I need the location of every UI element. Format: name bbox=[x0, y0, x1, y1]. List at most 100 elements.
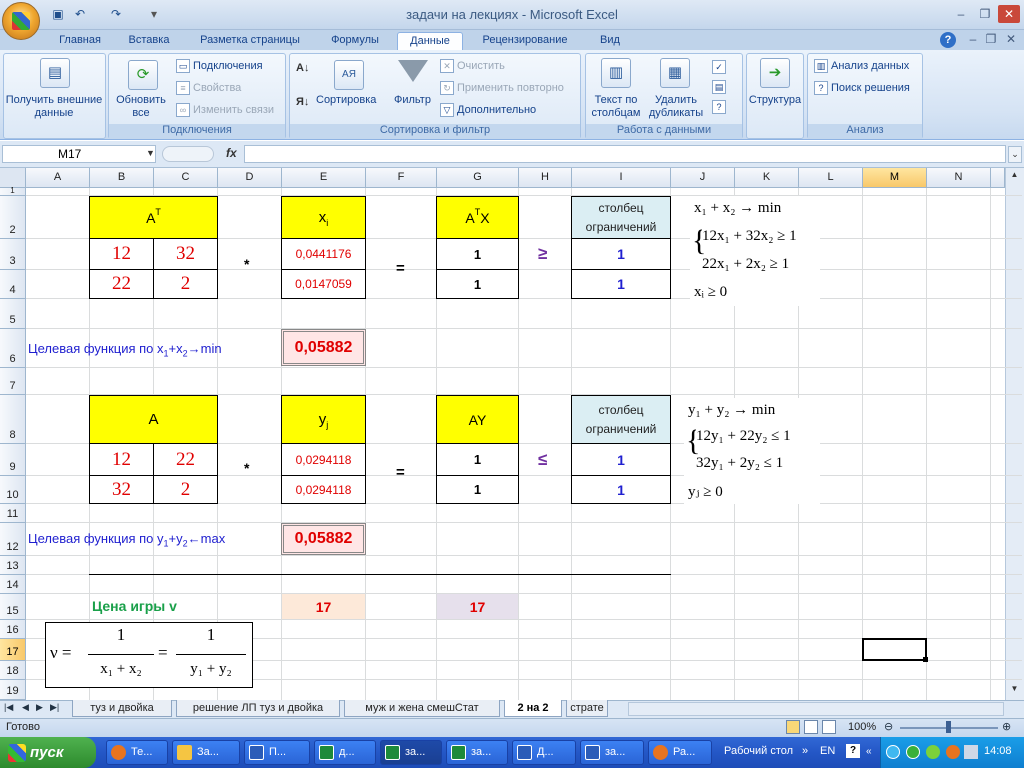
office-button[interactable] bbox=[2, 2, 40, 40]
page-layout-view-icon[interactable] bbox=[804, 720, 818, 734]
row-header-6[interactable]: 6 bbox=[0, 329, 26, 368]
sheet-tab-1[interactable]: туз и двойка bbox=[72, 700, 172, 717]
row-header-13[interactable]: 13 bbox=[0, 556, 26, 575]
scroll-down-icon[interactable]: ▼ bbox=[1007, 684, 1022, 698]
tab-insert[interactable]: Вставка bbox=[118, 32, 180, 51]
data-validation-icon[interactable]: ✓ bbox=[712, 60, 726, 74]
sheet-nav-next-icon[interactable]: ▶ bbox=[36, 702, 43, 713]
sheet-tab-3[interactable]: муж и жена смешСтат bbox=[344, 700, 500, 717]
objective-value-1[interactable]: 0,05882 bbox=[281, 329, 366, 366]
column-header-l[interactable]: L bbox=[799, 168, 863, 188]
ay-cell-g10[interactable]: 1 bbox=[436, 475, 519, 504]
matrix-a-cell-b9[interactable]: 12 bbox=[89, 443, 154, 476]
language-indicator[interactable]: EN bbox=[820, 745, 835, 757]
outline-button[interactable]: Структура bbox=[746, 94, 804, 107]
task-word-3[interactable]: за... bbox=[580, 740, 644, 765]
zoom-level[interactable]: 100% bbox=[848, 721, 876, 733]
row-header-19[interactable]: 19 bbox=[0, 680, 26, 700]
clear-button[interactable]: ✕ Очистить bbox=[440, 59, 505, 73]
page-break-view-icon[interactable] bbox=[822, 720, 836, 734]
row-header-17[interactable]: 17 bbox=[0, 639, 26, 661]
advanced-button[interactable]: ▽ Дополнительно bbox=[440, 103, 536, 117]
scroll-up-icon[interactable]: ▲ bbox=[1007, 170, 1022, 184]
matrix-at-header[interactable]: AT bbox=[89, 196, 218, 239]
horizontal-scrollbar[interactable] bbox=[628, 702, 1004, 716]
task-excel-active[interactable]: за... bbox=[380, 740, 442, 765]
matrix-a-cell-c10[interactable]: 2 bbox=[153, 475, 218, 504]
column-header-d[interactable]: D bbox=[218, 168, 282, 188]
row-header-12[interactable]: 12 bbox=[0, 523, 26, 556]
formula-cancel-enter-icon[interactable] bbox=[162, 146, 214, 162]
constraints-header-1[interactable]: столбец ограничений bbox=[571, 196, 671, 239]
column-header-j[interactable]: J bbox=[671, 168, 735, 188]
tab-page-layout[interactable]: Разметка страницы bbox=[188, 32, 312, 51]
tray-app-icon-4[interactable] bbox=[946, 745, 960, 759]
insert-function-icon[interactable]: fx bbox=[226, 146, 237, 160]
task-word-1[interactable]: П... bbox=[244, 740, 310, 765]
task-firefox-2[interactable]: Ра... bbox=[648, 740, 712, 765]
column-header-h[interactable]: H bbox=[519, 168, 572, 188]
row-header-10[interactable]: 10 bbox=[0, 476, 26, 504]
vector-x-cell-e3[interactable]: 0,0441176 bbox=[281, 238, 366, 270]
fill-handle[interactable] bbox=[923, 657, 928, 662]
task-excel-2[interactable]: за... bbox=[446, 740, 508, 765]
sort-za-icon[interactable]: Я↓ bbox=[296, 96, 309, 109]
matrix-at-cell-b4[interactable]: 22 bbox=[89, 269, 154, 299]
formula-input[interactable] bbox=[244, 145, 1006, 163]
sort-button[interactable]: Сортировка bbox=[316, 94, 376, 107]
constraints-header-2[interactable]: столбец ограничений bbox=[571, 395, 671, 444]
column-header-a[interactable]: A bbox=[26, 168, 90, 188]
constraint-cell-i3[interactable]: 1 bbox=[571, 238, 671, 270]
row-header-15[interactable]: 15 bbox=[0, 594, 26, 620]
expand-formula-bar-icon[interactable]: ⌄ bbox=[1008, 146, 1022, 163]
column-header-i[interactable]: I bbox=[572, 168, 671, 188]
column-header-g[interactable]: G bbox=[437, 168, 519, 188]
text-to-columns-button[interactable]: Текст по столбцам bbox=[588, 94, 644, 120]
sheet-nav-prev-icon[interactable]: ◀ bbox=[22, 702, 29, 713]
matrix-a-cell-c9[interactable]: 22 bbox=[153, 443, 218, 476]
vector-y-cell-e9[interactable]: 0,0294118 bbox=[281, 443, 366, 476]
active-cell-m17[interactable] bbox=[862, 638, 927, 661]
ay-cell-g9[interactable]: 1 bbox=[436, 443, 519, 476]
sheet-tab-4[interactable]: 2 на 2 bbox=[504, 700, 562, 717]
row-header-8[interactable]: 8 bbox=[0, 395, 26, 444]
zoom-out-icon[interactable]: ⊖ bbox=[884, 720, 893, 733]
tab-data[interactable]: Данные bbox=[397, 32, 463, 51]
row-header-16[interactable]: 16 bbox=[0, 620, 26, 639]
lang-help-icon[interactable]: ? bbox=[846, 744, 860, 758]
matrix-a-cell-b10[interactable]: 32 bbox=[89, 475, 154, 504]
column-header-c[interactable]: C bbox=[154, 168, 218, 188]
atx-cell-g4[interactable]: 1 bbox=[436, 269, 519, 299]
matrix-at-cell-c3[interactable]: 32 bbox=[153, 238, 218, 270]
sheet-nav-first-icon[interactable]: |◀ bbox=[4, 702, 13, 713]
column-header-o[interactable] bbox=[991, 168, 1005, 188]
help-icon[interactable]: ? bbox=[940, 32, 956, 48]
get-external-data-button[interactable]: Получить внешние данные bbox=[4, 94, 104, 120]
edit-links-button[interactable]: ∞ Изменить связи bbox=[176, 103, 274, 117]
properties-button[interactable]: ≡ Свойства bbox=[176, 81, 241, 95]
desktop-toolbar-label[interactable]: Рабочий стол bbox=[724, 745, 793, 757]
row-header-11[interactable]: 11 bbox=[0, 504, 26, 523]
name-box[interactable]: M17 bbox=[2, 145, 156, 163]
matrix-at-cell-c4[interactable]: 2 bbox=[153, 269, 218, 299]
row-header-9[interactable]: 9 bbox=[0, 444, 26, 476]
constraint-cell-i4[interactable]: 1 bbox=[571, 269, 671, 299]
constraint-cell-i9[interactable]: 1 bbox=[571, 443, 671, 476]
tray-app-icon-5[interactable] bbox=[964, 745, 978, 759]
row-header-3[interactable]: 3 bbox=[0, 239, 26, 270]
consolidate-icon[interactable]: ▤ bbox=[712, 80, 726, 94]
select-all-corner[interactable] bbox=[0, 168, 26, 188]
zoom-in-icon[interactable]: ⊕ bbox=[1002, 720, 1011, 733]
vertical-scrollbar[interactable] bbox=[1005, 168, 1024, 700]
vector-y-header[interactable]: yj bbox=[281, 395, 366, 444]
ay-header[interactable]: AY bbox=[436, 395, 519, 444]
task-firefox-1[interactable]: Те... bbox=[106, 740, 168, 765]
game-price-value-1[interactable]: 17 bbox=[282, 594, 365, 619]
row-header-18[interactable]: 18 bbox=[0, 661, 26, 680]
row-header-14[interactable]: 14 bbox=[0, 575, 26, 594]
row-header-7[interactable]: 7 bbox=[0, 368, 26, 395]
tray-expand-icon[interactable]: « bbox=[866, 746, 872, 757]
filter-button[interactable]: Фильтр bbox=[394, 94, 431, 107]
refresh-all-button[interactable]: Обновить все bbox=[110, 94, 172, 120]
tray-app-icon-3[interactable] bbox=[926, 745, 940, 759]
